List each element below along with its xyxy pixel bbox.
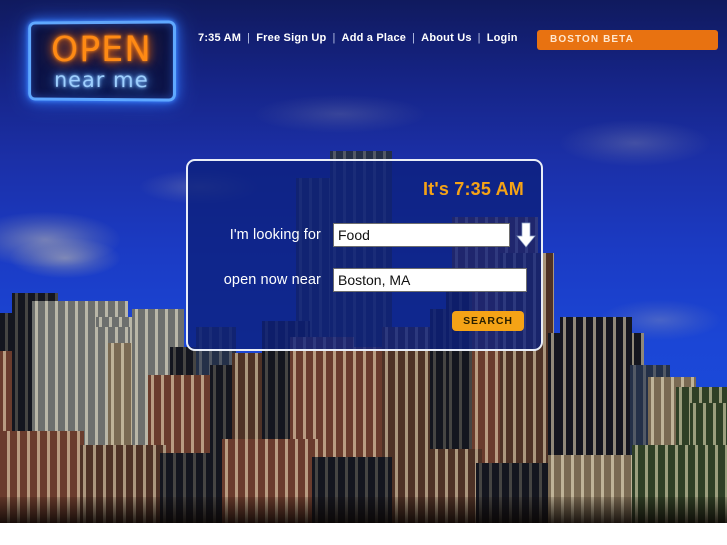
site-header: OPEN near me 7:35 AM | Free Sign Up | Add a … — [0, 0, 727, 110]
chevron-down-icon[interactable] — [516, 221, 536, 249]
logo-text-open: OPEN — [51, 29, 152, 71]
search-panel: It's 7:35 AM I'm looking for open now ne… — [186, 159, 543, 351]
nav-separator: | — [412, 32, 416, 44]
site-logo[interactable]: OPEN near me — [28, 20, 177, 102]
nav-link-about-us[interactable]: About Us — [421, 32, 471, 44]
nav-current-time: 7:35 AM — [198, 32, 242, 44]
label-open-now-near: open now near — [223, 272, 321, 288]
page-root: OPEN near me 7:35 AM | Free Sign Up | Add a … — [0, 0, 727, 545]
category-select[interactable] — [333, 223, 510, 247]
nav-separator: | — [477, 32, 481, 44]
foreground-shadow — [0, 497, 727, 523]
search-button[interactable]: SEARCH — [452, 311, 524, 331]
current-time-heading: It's 7:35 AM — [422, 179, 524, 199]
nav-link-add-a-place[interactable]: Add a Place — [342, 32, 407, 44]
nav-link-login[interactable]: Login — [487, 32, 518, 44]
search-row-location: open now near — [188, 268, 545, 294]
label-looking-for: I'm looking for — [229, 227, 321, 243]
logo-text-near-me: near me — [54, 67, 149, 93]
location-input[interactable] — [333, 268, 527, 292]
beta-region-badge[interactable]: BOSTON BETA — [537, 30, 718, 50]
nav-separator: | — [332, 32, 336, 44]
main-navigation: 7:35 AM | Free Sign Up | Add a Place | About U… — [198, 32, 518, 44]
search-row-category: I'm looking for — [188, 221, 545, 249]
nav-link-free-sign-up[interactable]: Free Sign Up — [256, 32, 326, 44]
nav-separator: | — [247, 32, 251, 44]
